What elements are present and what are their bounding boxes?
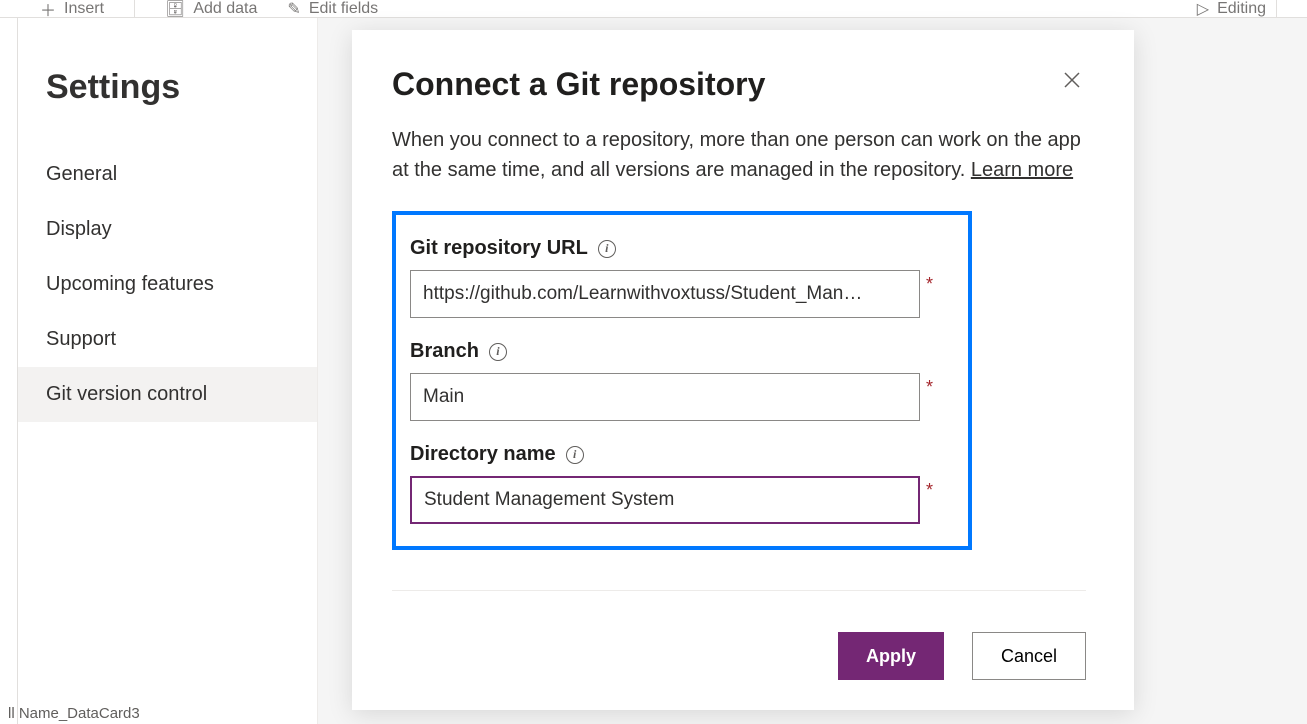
- close-icon: [1062, 70, 1082, 90]
- learn-more-link[interactable]: Learn more: [971, 159, 1073, 181]
- modal-description: When you connect to a repository, more t…: [392, 125, 1086, 185]
- required-asterisk: *: [926, 274, 933, 295]
- directory-label: Directory name i: [410, 443, 954, 466]
- info-icon[interactable]: i: [598, 240, 616, 258]
- pencil-icon: ✎: [287, 0, 300, 18]
- top-toolbar: ＋Insert 🗄Add data ✎Edit fields ▷Editing: [0, 0, 1307, 18]
- git-connect-modal: Connect a Git repository When you connec…: [352, 30, 1134, 710]
- settings-panel: Settings General Display Upcoming featur…: [18, 18, 318, 724]
- info-icon[interactable]: i: [489, 343, 507, 361]
- required-asterisk: *: [926, 377, 933, 398]
- form-highlight: Git repository URL i * Branch i * Direct…: [392, 211, 972, 550]
- toolbar-insert[interactable]: ＋Insert: [40, 0, 104, 18]
- modal-title: Connect a Git repository: [392, 66, 765, 103]
- toolbar-editing[interactable]: ▷Editing: [1197, 0, 1266, 18]
- cancel-button[interactable]: Cancel: [972, 632, 1086, 680]
- apply-button[interactable]: Apply: [838, 632, 944, 680]
- required-asterisk: *: [926, 480, 933, 501]
- play-icon: ▷: [1197, 0, 1209, 18]
- toolbar-add-data[interactable]: 🗄Add data: [165, 0, 257, 18]
- directory-input[interactable]: [410, 476, 920, 524]
- branch-input[interactable]: [410, 373, 920, 421]
- toolbar-edit-fields[interactable]: ✎Edit fields: [287, 0, 378, 18]
- status-bar-text: ll Name_DataCard3: [8, 705, 140, 722]
- left-rail: [0, 18, 18, 724]
- settings-item-general[interactable]: General: [46, 147, 317, 202]
- info-icon[interactable]: i: [566, 446, 584, 464]
- settings-item-display[interactable]: Display: [46, 202, 317, 257]
- settings-item-support[interactable]: Support: [46, 312, 317, 367]
- close-button[interactable]: [1058, 66, 1086, 100]
- branch-label: Branch i: [410, 340, 954, 363]
- settings-title: Settings: [46, 68, 317, 107]
- settings-item-git[interactable]: Git version control: [18, 367, 317, 422]
- database-icon: 🗄: [165, 0, 185, 18]
- git-url-input[interactable]: [410, 270, 920, 318]
- settings-item-upcoming[interactable]: Upcoming features: [46, 257, 317, 312]
- url-label: Git repository URL i: [410, 237, 954, 260]
